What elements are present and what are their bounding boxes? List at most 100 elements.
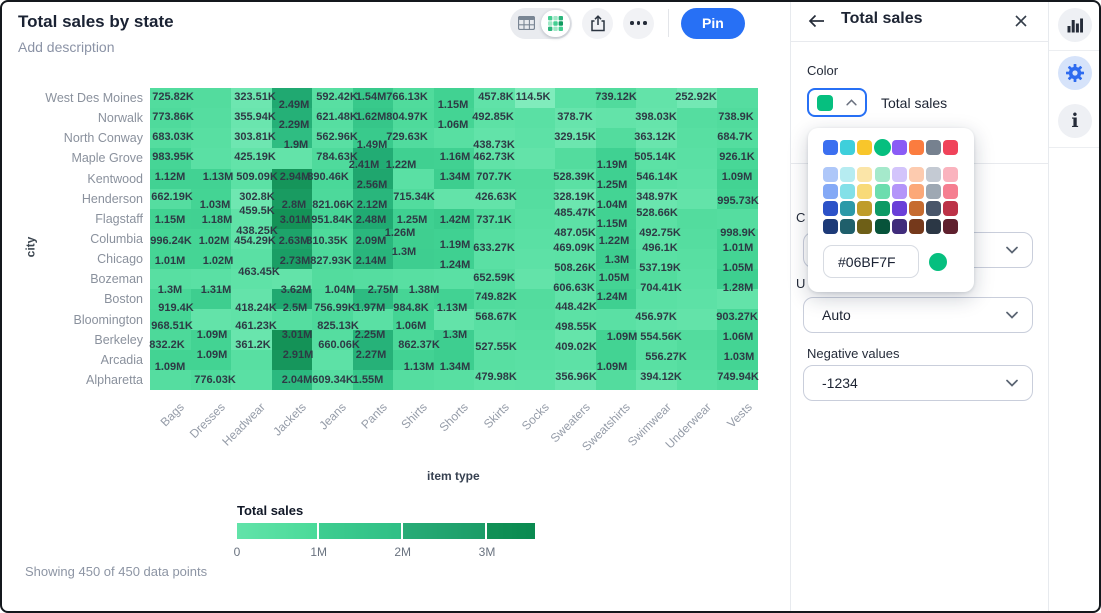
- heatmap-cell[interactable]: [717, 88, 758, 109]
- hex-color-input[interactable]: [823, 245, 919, 278]
- heatmap-cell[interactable]: [596, 309, 637, 330]
- heatmap-cell[interactable]: [231, 350, 272, 371]
- heatmap-cell[interactable]: [515, 289, 556, 310]
- heatmap-cell[interactable]: [515, 169, 556, 190]
- heatmap-cell[interactable]: [677, 169, 718, 190]
- palette-swatch[interactable]: [857, 140, 872, 155]
- palette-swatch[interactable]: [909, 167, 924, 182]
- heatmap-cell[interactable]: [231, 370, 272, 391]
- palette-swatch-selected[interactable]: [874, 139, 891, 156]
- heatmap-cell[interactable]: [191, 309, 232, 330]
- palette-swatch[interactable]: [926, 184, 941, 199]
- palette-swatch[interactable]: [857, 201, 872, 216]
- heatmap-cell[interactable]: [596, 108, 637, 129]
- palette-swatch[interactable]: [943, 140, 958, 155]
- chart-config-button[interactable]: [1058, 8, 1092, 42]
- palette-swatch[interactable]: [840, 140, 855, 155]
- heatmap-cell[interactable]: [677, 148, 718, 169]
- heatmap-cell[interactable]: [191, 88, 232, 109]
- palette-swatch[interactable]: [857, 219, 872, 234]
- palette-swatch[interactable]: [857, 167, 872, 182]
- heatmap-cell[interactable]: [677, 189, 718, 210]
- palette-swatch[interactable]: [840, 184, 855, 199]
- heatmap-cell[interactable]: [515, 309, 556, 330]
- heatmap-cell[interactable]: [515, 330, 556, 351]
- heatmap-cell[interactable]: [191, 148, 232, 169]
- table-view-button[interactable]: [512, 10, 541, 37]
- palette-swatch[interactable]: [926, 219, 941, 234]
- palette-swatch[interactable]: [909, 219, 924, 234]
- heatmap-cell[interactable]: [677, 370, 718, 391]
- palette-swatch[interactable]: [943, 184, 958, 199]
- heatmap-cell[interactable]: [434, 128, 475, 149]
- close-panel-button[interactable]: [1008, 8, 1034, 34]
- palette-swatch[interactable]: [892, 167, 907, 182]
- hex-color-preview-dot[interactable]: [929, 253, 947, 271]
- palette-swatch[interactable]: [909, 201, 924, 216]
- palette-swatch[interactable]: [909, 184, 924, 199]
- heatmap-cell[interactable]: [596, 128, 637, 149]
- heatmap-cell[interactable]: [434, 189, 475, 210]
- heatmap-cell[interactable]: [555, 148, 596, 169]
- info-button[interactable]: i: [1058, 104, 1092, 138]
- palette-swatch[interactable]: [926, 167, 941, 182]
- heatmap-cell[interactable]: [677, 330, 718, 351]
- heatmap-cell[interactable]: [515, 148, 556, 169]
- heatmap-cell[interactable]: [677, 229, 718, 250]
- units-dropdown[interactable]: Auto: [803, 297, 1033, 333]
- palette-swatch[interactable]: [840, 201, 855, 216]
- color-swatch-button[interactable]: [807, 88, 867, 117]
- palette-swatch[interactable]: [892, 140, 907, 155]
- heatmap-cell[interactable]: [515, 128, 556, 149]
- more-options-button[interactable]: [623, 8, 654, 39]
- palette-swatch[interactable]: [875, 201, 890, 216]
- palette-swatch[interactable]: [840, 219, 855, 234]
- heatmap-cell[interactable]: [515, 209, 556, 230]
- palette-swatch[interactable]: [823, 219, 838, 234]
- heatmap-cell[interactable]: [636, 88, 677, 109]
- heatmap-cell[interactable]: [515, 108, 556, 129]
- heatmap-cell[interactable]: [677, 128, 718, 149]
- palette-swatch[interactable]: [823, 184, 838, 199]
- palette-swatch[interactable]: [857, 184, 872, 199]
- heatmap-cell[interactable]: [677, 309, 718, 330]
- palette-swatch[interactable]: [875, 219, 890, 234]
- heatmap-cell[interactable]: [272, 148, 313, 169]
- palette-swatch[interactable]: [943, 201, 958, 216]
- palette-swatch[interactable]: [892, 219, 907, 234]
- heatmap-cell[interactable]: [677, 108, 718, 129]
- palette-swatch[interactable]: [875, 167, 890, 182]
- palette-swatch[interactable]: [892, 184, 907, 199]
- negative-values-dropdown[interactable]: -1234: [803, 365, 1033, 401]
- heatmap-cell[interactable]: [191, 128, 232, 149]
- palette-swatch[interactable]: [875, 184, 890, 199]
- palette-swatch[interactable]: [823, 140, 838, 155]
- heatmap-cell[interactable]: [515, 370, 556, 391]
- heatmap-cell[interactable]: [312, 350, 353, 371]
- palette-swatch[interactable]: [943, 167, 958, 182]
- back-button[interactable]: [803, 7, 831, 35]
- heatmap-cell[interactable]: [677, 289, 718, 310]
- heatmap-cell[interactable]: [677, 269, 718, 290]
- heatmap-cell[interactable]: [515, 249, 556, 270]
- palette-swatch[interactable]: [823, 201, 838, 216]
- heatmap-view-button[interactable]: [541, 10, 570, 37]
- palette-swatch[interactable]: [840, 167, 855, 182]
- heatmap-cell[interactable]: [515, 229, 556, 250]
- palette-swatch[interactable]: [892, 201, 907, 216]
- heatmap-cell[interactable]: [515, 189, 556, 210]
- share-button[interactable]: [582, 8, 613, 39]
- settings-button[interactable]: [1058, 56, 1092, 90]
- palette-swatch[interactable]: [823, 167, 838, 182]
- palette-swatch[interactable]: [943, 219, 958, 234]
- palette-swatch[interactable]: [926, 201, 941, 216]
- heatmap-cell[interactable]: [555, 88, 596, 109]
- add-description-link[interactable]: Add description: [18, 39, 115, 55]
- heatmap-cell[interactable]: [434, 269, 475, 290]
- heatmap-cell[interactable]: [677, 209, 718, 230]
- heatmap-cell[interactable]: [515, 269, 556, 290]
- palette-swatch[interactable]: [926, 140, 941, 155]
- heatmap-cell[interactable]: [393, 169, 434, 190]
- palette-swatch[interactable]: [909, 140, 924, 155]
- heatmap-cell[interactable]: [515, 350, 556, 371]
